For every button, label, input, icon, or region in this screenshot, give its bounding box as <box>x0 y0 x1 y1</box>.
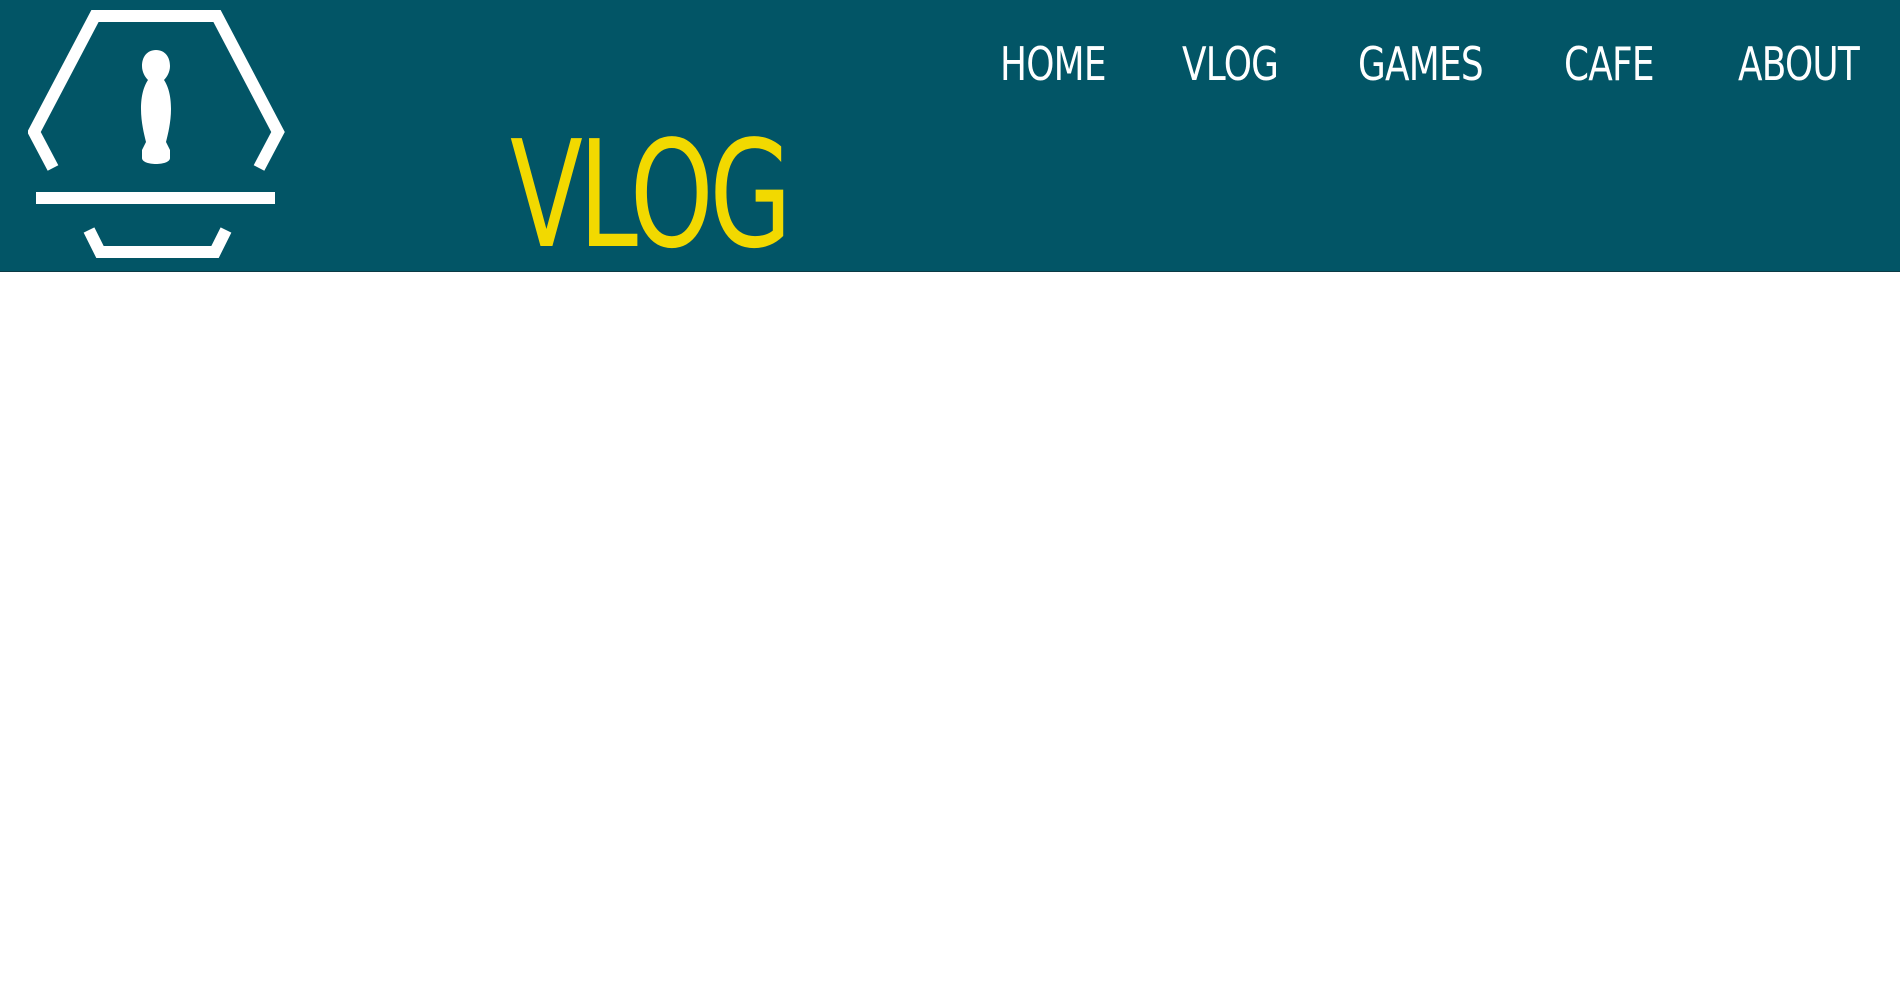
page-content-area <box>0 272 1900 1000</box>
page-title: VLOG <box>510 109 792 281</box>
nav-home-link[interactable]: HOME <box>1000 34 1107 94</box>
site-logo[interactable] <box>28 8 288 262</box>
nav-games-link[interactable]: GAMES <box>1358 34 1484 94</box>
pawn-hexagon-logo-icon <box>28 10 285 258</box>
site-header: HOME VLOG GAMES CAFE ABOUT VLOG <box>0 0 1900 272</box>
nav-vlog-link[interactable]: VLOG <box>1182 34 1279 94</box>
main-nav: HOME VLOG GAMES CAFE ABOUT <box>980 34 1860 94</box>
nav-about-link[interactable]: ABOUT <box>1738 34 1860 94</box>
nav-cafe-link[interactable]: CAFE <box>1564 34 1655 94</box>
